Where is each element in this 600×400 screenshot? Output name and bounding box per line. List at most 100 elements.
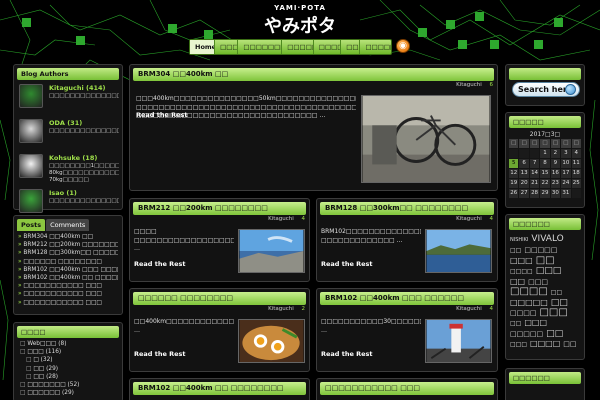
author-item[interactable]: Kitaguchi (414) □□□□□□□□□□□□□□□□□□□□□□□□… — [17, 82, 119, 115]
nav-item-home[interactable]: Home — [190, 40, 216, 54]
comment-count[interactable]: 2 — [302, 306, 306, 312]
tag-link[interactable]: □□□ — [536, 266, 562, 276]
calendar-day[interactable]: 21 — [529, 179, 540, 188]
author-item[interactable]: Kohsuke (18) □□□□□□□□1□□□□□□10kg□□ 80kg□… — [17, 152, 119, 185]
tag-link[interactable]: □□ — [510, 246, 521, 256]
rss-icon[interactable]: ◉ — [396, 39, 410, 53]
calendar-day[interactable]: 6 — [519, 159, 529, 168]
calendar-day[interactable]: 16 — [550, 169, 561, 178]
nav-item-3[interactable]: □□□□□□□□ — [238, 40, 283, 54]
author-name[interactable]: Kohsuke (18) — [49, 154, 97, 162]
calendar-day[interactable]: 20 — [519, 179, 529, 188]
post-title[interactable]: BRM128 □□300km□□ □□□□□□□□ — [320, 202, 494, 215]
category-link[interactable]: □□ (28) — [20, 373, 116, 381]
calendar-day[interactable]: 27 — [519, 189, 529, 198]
author-name[interactable]: Isao (1) — [49, 189, 77, 197]
calendar-day[interactable]: 23 — [550, 179, 561, 188]
tab-comments[interactable]: Comments — [46, 219, 90, 231]
comment-count[interactable]: 4 — [490, 306, 494, 312]
search-icon[interactable] — [565, 84, 576, 95]
post-title[interactable]: BRM212 □□200km □□□□□□□□ — [133, 202, 306, 215]
category-link[interactable]: □□□□□□ (29) — [20, 389, 116, 397]
read-more-link[interactable]: Read the Rest — [134, 260, 186, 268]
post-title[interactable]: □□□□□□□□□□□ □□□ — [320, 382, 494, 395]
recent-post-link[interactable]: BRM212 □□200km □□□□□□□□ — [18, 241, 118, 249]
tag-link[interactable]: □□□ — [510, 256, 533, 266]
tag-link[interactable]: □□□□ — [530, 339, 560, 349]
post-title[interactable]: BRM304 □□400km □□ — [133, 68, 494, 81]
calendar-day[interactable]: 24 — [561, 179, 571, 188]
read-more-link[interactable]: Read the Rest — [136, 111, 188, 119]
post-thumbnail-bicycle[interactable] — [361, 95, 491, 183]
comment-count[interactable]: 6 — [490, 82, 494, 88]
calendar-day[interactable]: 12 — [509, 169, 519, 178]
tag-link[interactable]: □□ — [551, 288, 562, 298]
recent-post-link[interactable]: □□□□□□□□□□□ □□□ — [18, 282, 118, 290]
post-author[interactable]: Kitaguchi — [456, 216, 482, 222]
category-link[interactable]: Web□□□ (8) — [20, 340, 116, 348]
nav-item-5[interactable]: □□□□ — [314, 40, 342, 54]
tag-link[interactable]: VIVALO — [531, 234, 563, 244]
tag-link[interactable]: □□□□□ — [524, 245, 557, 255]
tag-link[interactable]: □□ — [563, 339, 576, 349]
category-link[interactable]: □ (32) — [20, 356, 116, 364]
avatar[interactable] — [19, 84, 43, 108]
nav-item-6[interactable]: □□ — [341, 40, 361, 54]
nav-item-2[interactable]: □□□ — [215, 40, 239, 54]
site-logo[interactable]: YAMI·POTA やみポタ — [245, 4, 355, 40]
tab-posts[interactable]: Posts — [17, 219, 46, 231]
read-more-link[interactable]: Read the Rest — [321, 350, 373, 358]
calendar-day[interactable]: 18 — [571, 169, 581, 178]
post-thumbnail-ramen[interactable] — [238, 319, 305, 363]
calendar-day[interactable]: 5 — [509, 159, 519, 168]
calendar-day[interactable]: 17 — [561, 169, 571, 178]
comment-count[interactable]: 4 — [302, 216, 306, 222]
recent-post-link[interactable]: BRM102 □□400km □□□ □□□□□□ — [18, 266, 118, 274]
post-thumbnail-coast[interactable] — [238, 229, 305, 273]
calendar-day[interactable]: 2 — [550, 149, 561, 158]
author-item[interactable]: ODA (31) □□□□□□□□□□□□□□□□□□□□□□□□□□□□□□□ — [17, 117, 119, 150]
avatar[interactable] — [19, 189, 43, 213]
tag-link[interactable]: □□□ — [510, 340, 527, 350]
calendar-day[interactable]: 8 — [540, 159, 550, 168]
tag-link[interactable]: NISHIKI — [510, 235, 528, 245]
avatar[interactable] — [19, 154, 43, 178]
nav-item-4[interactable]: □□□□□ — [282, 40, 314, 54]
post-title[interactable]: BRM102 □□400km □□ □□□□□□□□ — [133, 382, 306, 395]
post-author[interactable]: Kitaguchi — [268, 216, 294, 222]
recent-post-link[interactable]: BRM102 □□400km □□ □□□□□□□□ — [18, 274, 118, 282]
calendar-day[interactable]: 15 — [540, 169, 550, 178]
category-link[interactable]: □□□□□□□ (52) — [20, 381, 116, 389]
post-author[interactable]: Kitaguchi — [456, 306, 482, 312]
category-link[interactable]: □□ (29) — [20, 365, 116, 373]
calendar-day[interactable]: 22 — [540, 179, 550, 188]
post-author[interactable]: Kitaguchi — [268, 306, 294, 312]
post-title[interactable]: □□□□□□ □□□□□□□□ — [133, 292, 306, 305]
author-name[interactable]: Kitaguchi (414) — [49, 84, 106, 92]
recent-post-link[interactable]: BRM304 □□400km □□ — [18, 233, 118, 241]
tag-link[interactable]: □□ — [546, 329, 563, 339]
tag-link[interactable]: □□ — [536, 256, 555, 266]
calendar-day[interactable]: 11 — [571, 159, 581, 168]
calendar-day[interactable]: 19 — [509, 179, 519, 188]
tag-link[interactable]: □□□□□ — [510, 329, 543, 339]
recent-post-link[interactable]: □□□□□□□□□□□ □□□ — [18, 299, 118, 307]
author-name[interactable]: ODA (31) — [49, 119, 82, 127]
category-link[interactable]: □□□ (116) — [20, 348, 116, 356]
search-input[interactable]: Search here — [512, 82, 580, 97]
read-more-link[interactable]: Read the Rest — [134, 350, 186, 358]
comment-count[interactable]: 4 — [490, 216, 494, 222]
calendar-day[interactable]: 28 — [529, 189, 540, 198]
calendar-day[interactable]: 26 — [509, 189, 519, 198]
avatar[interactable] — [19, 119, 43, 143]
nav-item-7[interactable]: □□□□□ — [360, 40, 391, 54]
tag-link[interactable]: □□□□ — [510, 267, 533, 277]
tag-link[interactable]: □□□□ — [510, 287, 548, 297]
recent-post-link[interactable]: □□□□□□ □□□□□□□□ — [18, 258, 118, 266]
calendar-day[interactable]: 3 — [561, 149, 571, 158]
calendar-day[interactable]: 14 — [529, 169, 540, 178]
tag-link[interactable]: □□ — [510, 319, 521, 329]
post-thumbnail-lighthouse[interactable] — [425, 319, 492, 363]
post-author[interactable]: Kitaguchi — [456, 82, 482, 88]
read-more-link[interactable]: Read the Rest — [321, 260, 373, 268]
